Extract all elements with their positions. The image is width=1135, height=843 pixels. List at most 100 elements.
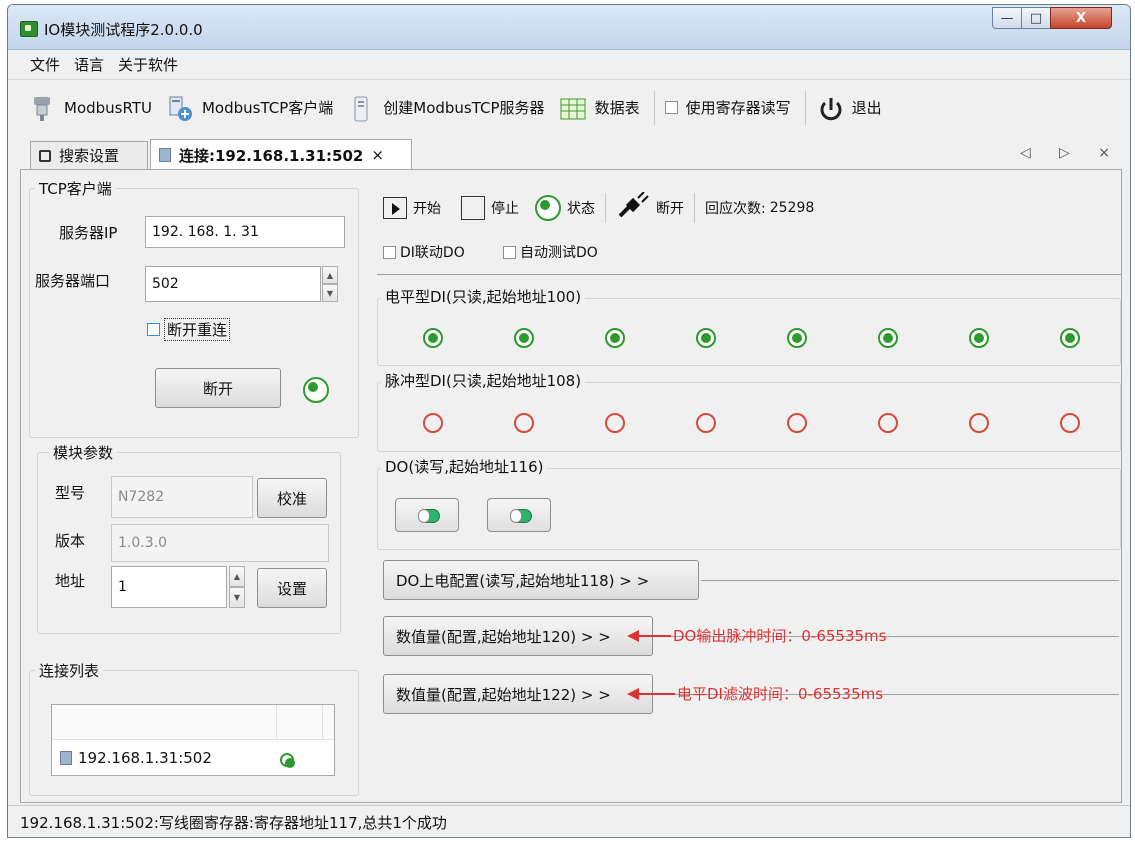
connection-list-title: 连接列表	[35, 660, 104, 681]
disconnect-button[interactable]: 断开	[155, 368, 281, 408]
numeric-122-button[interactable]: 数值量(配置,起始地址122) > >	[383, 674, 653, 714]
server-port-input[interactable]: 502	[145, 266, 321, 302]
create-server-button[interactable]: 创建ModbusTCP服务器	[347, 95, 545, 121]
model-field: N7282	[111, 476, 253, 518]
play-icon	[383, 197, 407, 219]
connection-item-status	[280, 753, 295, 768]
section-divider	[377, 274, 1121, 275]
level-di-indicator-6	[969, 328, 989, 348]
data-table-label: 数据表	[594, 99, 640, 117]
title-bar: IO模块测试程序2.0.0.0 — □ X	[8, 5, 1130, 50]
version-label: 版本	[55, 532, 86, 550]
level-di-indicator-4	[787, 328, 807, 348]
server-ip-input[interactable]: 192. 168. 1. 31	[145, 216, 345, 248]
start-label: 开始	[413, 201, 441, 217]
start-button[interactable]: 开始	[383, 197, 441, 219]
level-di-indicator-7	[1060, 328, 1080, 348]
pulse-di-indicator-5	[878, 413, 898, 433]
list-header	[52, 705, 334, 740]
status-led	[535, 195, 561, 221]
reconnect-checkbox[interactable]	[147, 323, 160, 336]
pulse-di-indicator-4	[787, 413, 807, 433]
do-title: DO(读写,起始地址116)	[381, 456, 548, 477]
calibrate-button[interactable]: 校准	[257, 478, 327, 518]
chevron-down-icon[interactable]: ▼	[229, 587, 245, 608]
use-register-checkbox[interactable]	[664, 101, 678, 114]
pulse-di-indicator-1	[514, 413, 534, 433]
chevron-up-icon[interactable]: ▲	[229, 566, 245, 587]
minimize-button[interactable]: —	[992, 7, 1022, 29]
address-input[interactable]: 1	[111, 566, 227, 608]
do-toggle-1[interactable]	[487, 498, 551, 532]
unplug-icon	[616, 191, 650, 224]
pulse-di-indicator-2	[605, 413, 625, 433]
connection-list[interactable]: 192.168.1.31:502	[51, 704, 335, 776]
tab-search-settings-label: 搜索设置	[59, 147, 120, 165]
control-separator	[605, 193, 606, 223]
tab-search-settings[interactable]: 搜索设置	[30, 141, 148, 169]
modbus-tcp-client-button[interactable]: ModbusTCP客户端	[166, 95, 333, 121]
set-address-button[interactable]: 设置	[257, 568, 327, 608]
server-port-label: 服务器端口	[35, 272, 111, 290]
chevron-up-icon[interactable]: ▲	[322, 266, 338, 284]
use-register-toggle[interactable]: 使用寄存器读写	[664, 97, 791, 118]
tab-close-icon[interactable]: ×	[371, 146, 384, 164]
address-stepper[interactable]: ▲ ▼	[229, 566, 245, 608]
menu-language[interactable]: 语言	[74, 54, 104, 75]
di-link-do-label: DI联动DO	[400, 245, 465, 261]
level-di-group	[377, 298, 1121, 366]
do-power-config-button[interactable]: DO上电配置(读写,起始地址118) > >	[383, 560, 699, 600]
close-button[interactable]: X	[1050, 7, 1112, 29]
disconnect-toggle-button[interactable]: 断开	[616, 191, 684, 224]
list-item[interactable]: 192.168.1.31:502	[60, 749, 212, 767]
server-port-stepper[interactable]: ▲ ▼	[322, 266, 338, 302]
maximize-button[interactable]: □	[1021, 7, 1051, 29]
window-title: IO模块测试程序2.0.0.0	[44, 21, 203, 39]
do-toggle-0[interactable]	[395, 498, 459, 532]
menu-about[interactable]: 关于软件	[118, 54, 178, 75]
status-message: 192.168.1.31:502:写线圈寄存器:寄存器地址117,总共1个成功	[20, 814, 447, 832]
status-label: 状态	[567, 201, 595, 217]
annotation-pulse-time: DO输出脉冲时间：0-65535ms	[673, 627, 887, 645]
app-window: IO模块测试程序2.0.0.0 — □ X 文件 语言 关于软件 ModbusR…	[7, 4, 1131, 838]
stop-button[interactable]: 停止	[461, 196, 519, 220]
toolbar: ModbusRTU ModbusTCP客户端 创建ModbusTCP服务器 数据…	[8, 79, 1130, 135]
module-params-title: 模块参数	[49, 442, 118, 463]
tab-connection[interactable]: 连接:192.168.1.31:502 ×	[150, 139, 412, 170]
status-indicator: 状态	[535, 195, 595, 221]
tab-connection-label: 连接:192.168.1.31:502	[179, 146, 364, 165]
connection-item-label: 192.168.1.31:502	[78, 749, 212, 767]
auto-test-do-option[interactable]: 自动测试DO	[503, 242, 598, 262]
list-column-divider	[322, 705, 323, 739]
toolbar-separator	[804, 90, 806, 125]
annotation-filter-time: 电平DI滤波时间：0-65535ms	[677, 685, 884, 703]
response-count-value: 25298	[769, 200, 815, 216]
data-table-button[interactable]: 数据表	[559, 95, 640, 121]
level-di-title: 电平型DI(只读,起始地址100)	[381, 286, 586, 307]
exit-button[interactable]: 退出	[816, 95, 882, 121]
toggle-knob	[510, 509, 532, 523]
chevron-down-icon[interactable]: ▼	[322, 284, 338, 302]
model-label: 型号	[55, 484, 86, 502]
control-separator	[694, 193, 695, 223]
tab-navigation[interactable]: ◁ ▷ ×	[1020, 145, 1122, 161]
pulse-di-title: 脉冲型DI(只读,起始地址108)	[381, 370, 586, 391]
level-di-indicator-5	[878, 328, 898, 348]
control-bar: 开始 停止 状态 断开 回应次数: 25298	[383, 191, 815, 224]
numeric-120-button[interactable]: 数值量(配置,起始地址120) > >	[383, 616, 653, 656]
auto-test-do-label: 自动测试DO	[520, 245, 598, 261]
connection-item-icon	[60, 751, 72, 765]
reconnect-option[interactable]: 断开重连	[147, 318, 231, 341]
pulse-di-indicator-0	[423, 413, 443, 433]
response-count-label: 回应次数:	[705, 201, 766, 217]
di-link-do-checkbox[interactable]	[383, 245, 396, 259]
modbus-rtu-button[interactable]: ModbusRTU	[28, 95, 152, 121]
toolbar-separator	[653, 90, 655, 125]
server-ip-label: 服务器IP	[59, 224, 118, 242]
settings-tab-icon	[39, 149, 51, 162]
level-di-indicator-3	[696, 328, 716, 348]
di-link-do-option[interactable]: DI联动DO	[383, 242, 465, 262]
menu-file[interactable]: 文件	[30, 54, 60, 75]
auto-test-do-checkbox[interactable]	[503, 245, 516, 259]
serial-plug-icon	[28, 95, 56, 121]
